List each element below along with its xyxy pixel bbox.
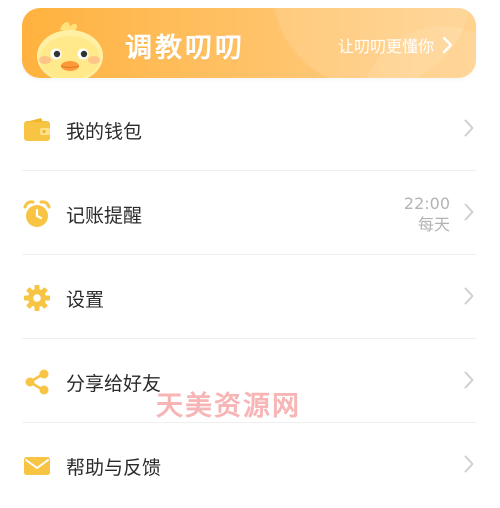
chevron-right-icon (464, 371, 474, 393)
alarm-clock-icon (22, 199, 52, 229)
menu-item-bookkeeping-reminder[interactable]: 记账提醒 22:00 每天 (22, 172, 476, 256)
gear-icon (22, 283, 52, 313)
reminder-frequency: 每天 (417, 215, 450, 234)
banner-link-label: 让叨叨更懂你 (337, 37, 434, 56)
tune-daodao-link[interactable]: 让叨叨更懂你 (338, 33, 454, 57)
mail-icon (22, 451, 52, 481)
menu-item-label: 帮助与反馈 (66, 456, 162, 479)
menu-item-label: 设置 (66, 288, 105, 311)
watermark: 天美资源网 (156, 391, 301, 422)
divider (22, 254, 476, 255)
chevron-right-icon (464, 455, 474, 477)
reminder-schedule: 22:00 每天 (404, 193, 450, 235)
divider (22, 170, 476, 171)
menu-item-wallet[interactable]: 我的钱包 (22, 88, 476, 172)
reminder-time: 22:00 (403, 194, 450, 213)
duck-mascot-icon (30, 18, 110, 78)
chevron-right-icon (464, 287, 474, 309)
menu-item-label: 记账提醒 (66, 204, 143, 227)
menu-item-label: 分享给好友 (66, 372, 162, 395)
chevron-right-icon (464, 203, 474, 225)
chevron-right-icon (442, 36, 454, 54)
menu-item-settings[interactable]: 设置 (22, 256, 476, 340)
banner-title: 调教叨叨 (125, 33, 245, 64)
divider (22, 338, 476, 339)
tune-daodao-banner[interactable]: 调教叨叨 让叨叨更懂你 (22, 8, 476, 78)
share-icon (22, 367, 52, 397)
chevron-right-icon (464, 119, 474, 141)
menu-item-label: 我的钱包 (66, 120, 143, 143)
menu-item-help-feedback[interactable]: 帮助与反馈 (22, 424, 476, 508)
wallet-icon (22, 115, 52, 145)
